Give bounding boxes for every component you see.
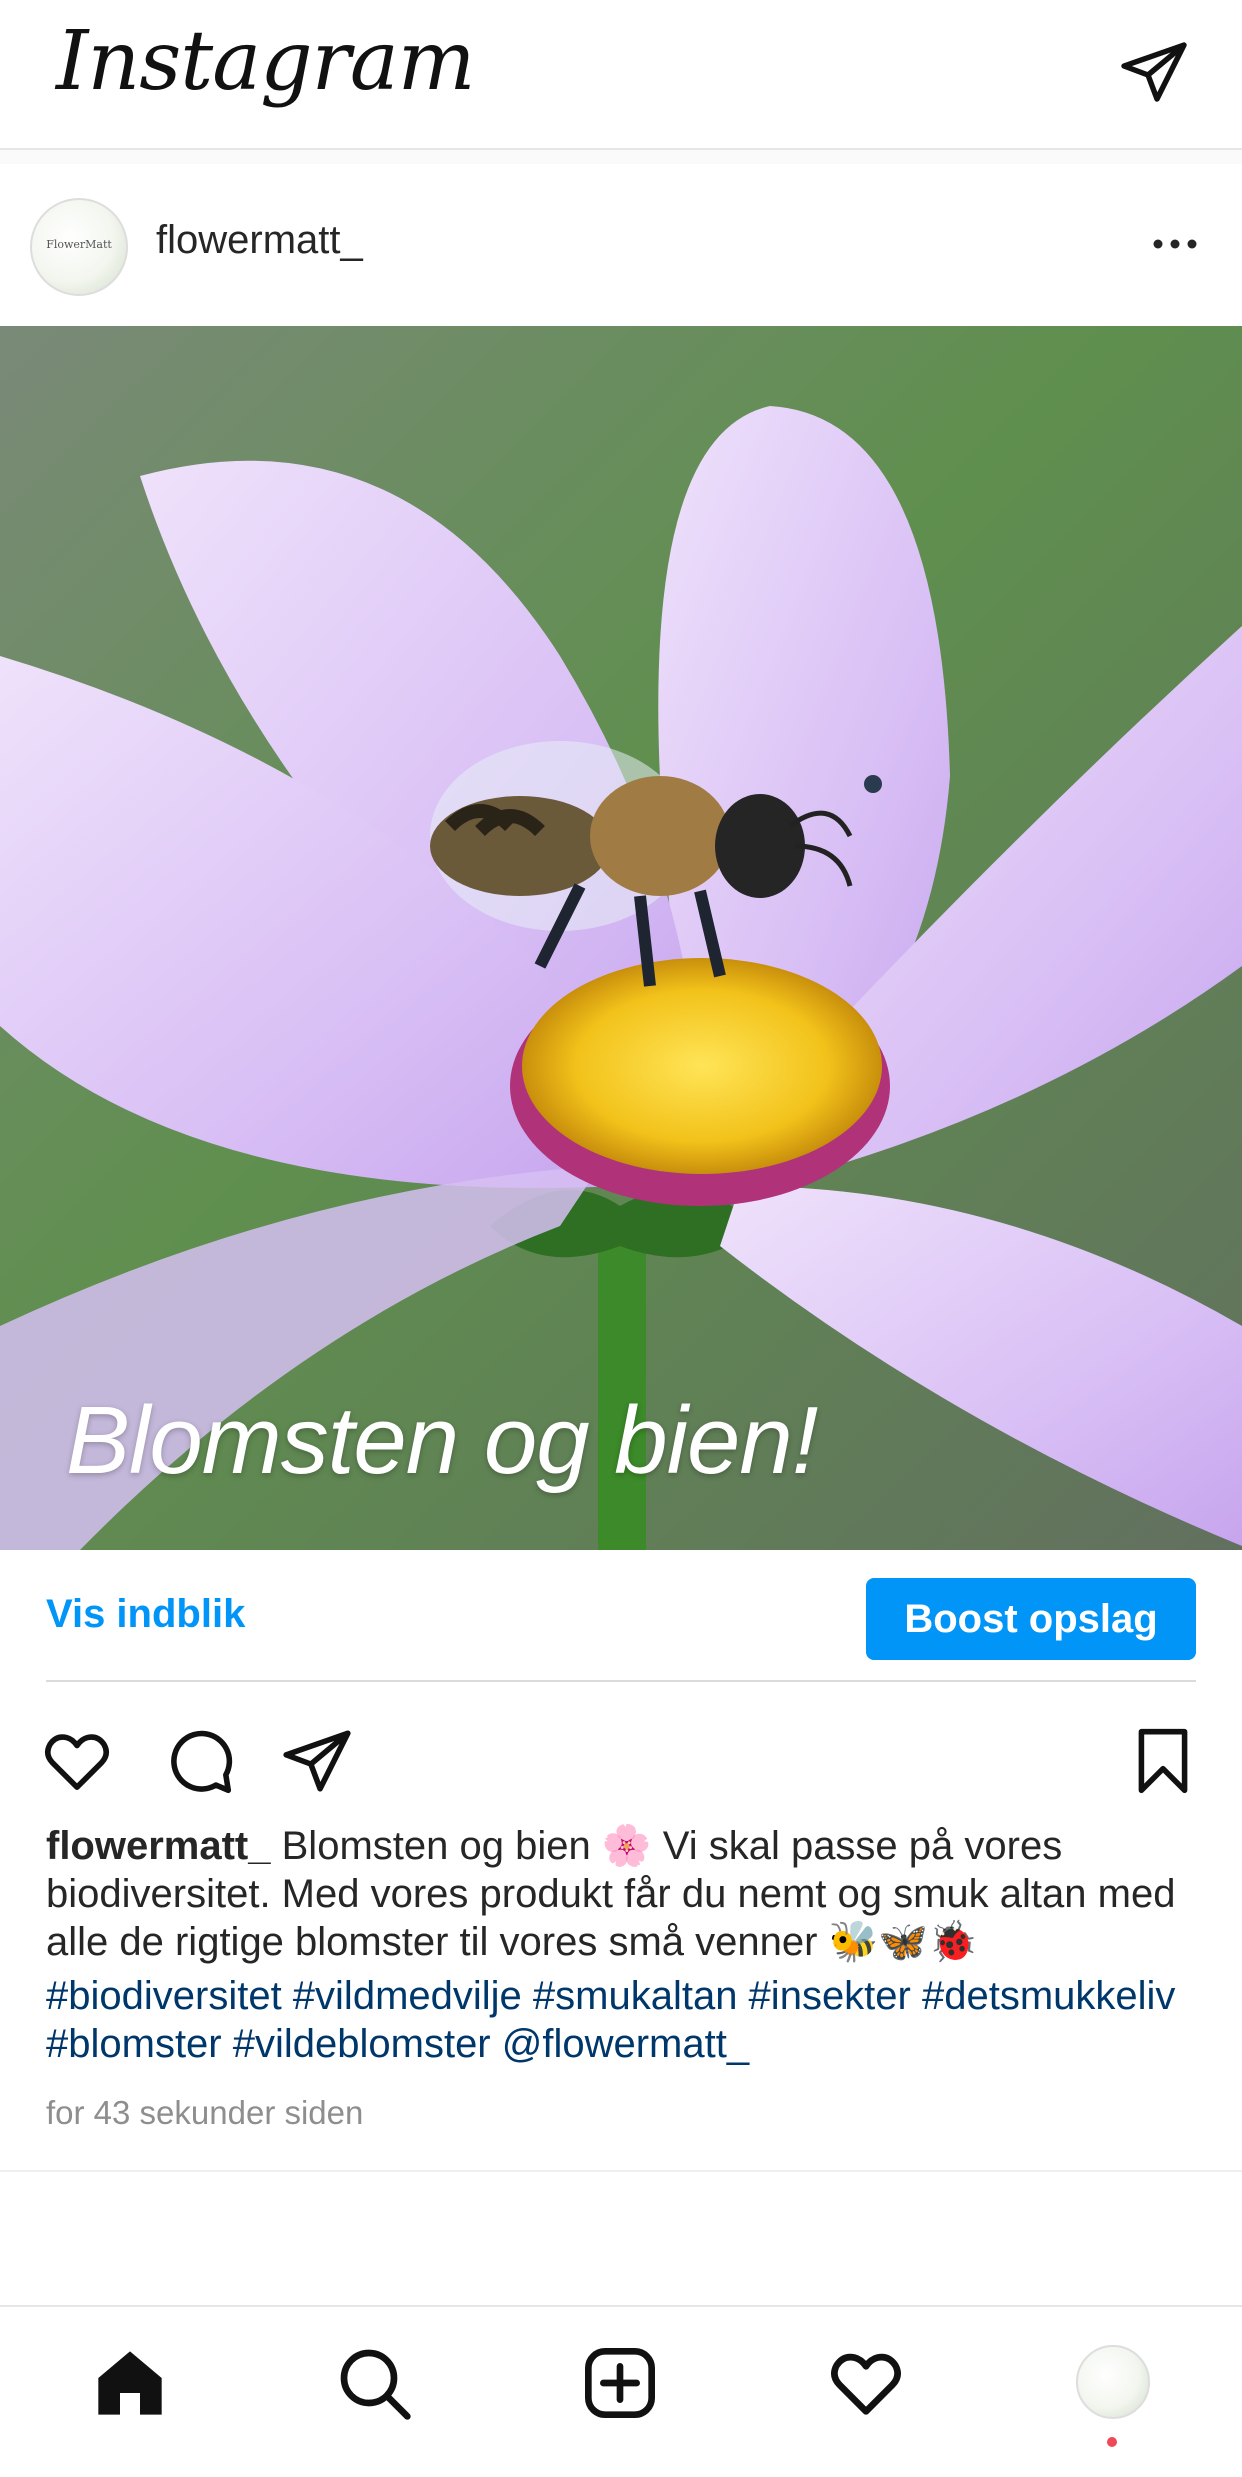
- share-icon[interactable]: [280, 1724, 354, 1798]
- avatar-logo-text: FlowerMatt: [46, 238, 112, 251]
- view-insights-link[interactable]: Vis indblik: [46, 1592, 245, 1637]
- post-header: FlowerMatt flowermatt_: [0, 164, 1242, 326]
- profile-tab-avatar[interactable]: [1076, 2345, 1150, 2419]
- more-options-icon[interactable]: [1150, 234, 1200, 254]
- caption-hashtags[interactable]: #biodiversitet #vildmedvilje #smukaltan …: [46, 1972, 1206, 2068]
- bottom-navigation: [0, 2305, 1242, 2477]
- flower-bee-illustration: [0, 326, 1242, 1550]
- direct-message-icon[interactable]: [1118, 36, 1190, 108]
- post-actions: [0, 1720, 1242, 1820]
- feed-spacer: [0, 150, 1242, 164]
- create-post-icon[interactable]: [580, 2343, 660, 2423]
- divider: [46, 1680, 1196, 1682]
- top-bar: Instagram: [0, 0, 1242, 150]
- insights-row: Vis indblik Boost opslag: [0, 1550, 1242, 1680]
- post-caption: flowermatt_ Blomsten og bien 🌸 Vi skal p…: [46, 1822, 1206, 1966]
- search-icon[interactable]: [334, 2343, 414, 2423]
- post-image[interactable]: Blomsten og bien!: [0, 326, 1242, 1550]
- boost-post-button[interactable]: Boost opslag: [866, 1578, 1196, 1660]
- post-timestamp: for 43 sekunder siden: [46, 2094, 364, 2131]
- comment-icon[interactable]: [162, 1724, 236, 1798]
- save-icon[interactable]: [1126, 1724, 1200, 1798]
- instagram-logo[interactable]: Instagram: [56, 14, 475, 109]
- image-overlay-text: Blomsten og bien!: [66, 1387, 818, 1494]
- post-username[interactable]: flowermatt_: [156, 218, 363, 263]
- profile-avatar[interactable]: FlowerMatt: [30, 198, 128, 296]
- post-separator: [0, 2170, 1242, 2172]
- notification-dot: [1107, 2437, 1117, 2447]
- activity-icon[interactable]: [826, 2343, 906, 2423]
- like-icon[interactable]: [40, 1724, 114, 1798]
- caption-username[interactable]: flowermatt_: [46, 1824, 271, 1868]
- home-icon[interactable]: [90, 2343, 170, 2423]
